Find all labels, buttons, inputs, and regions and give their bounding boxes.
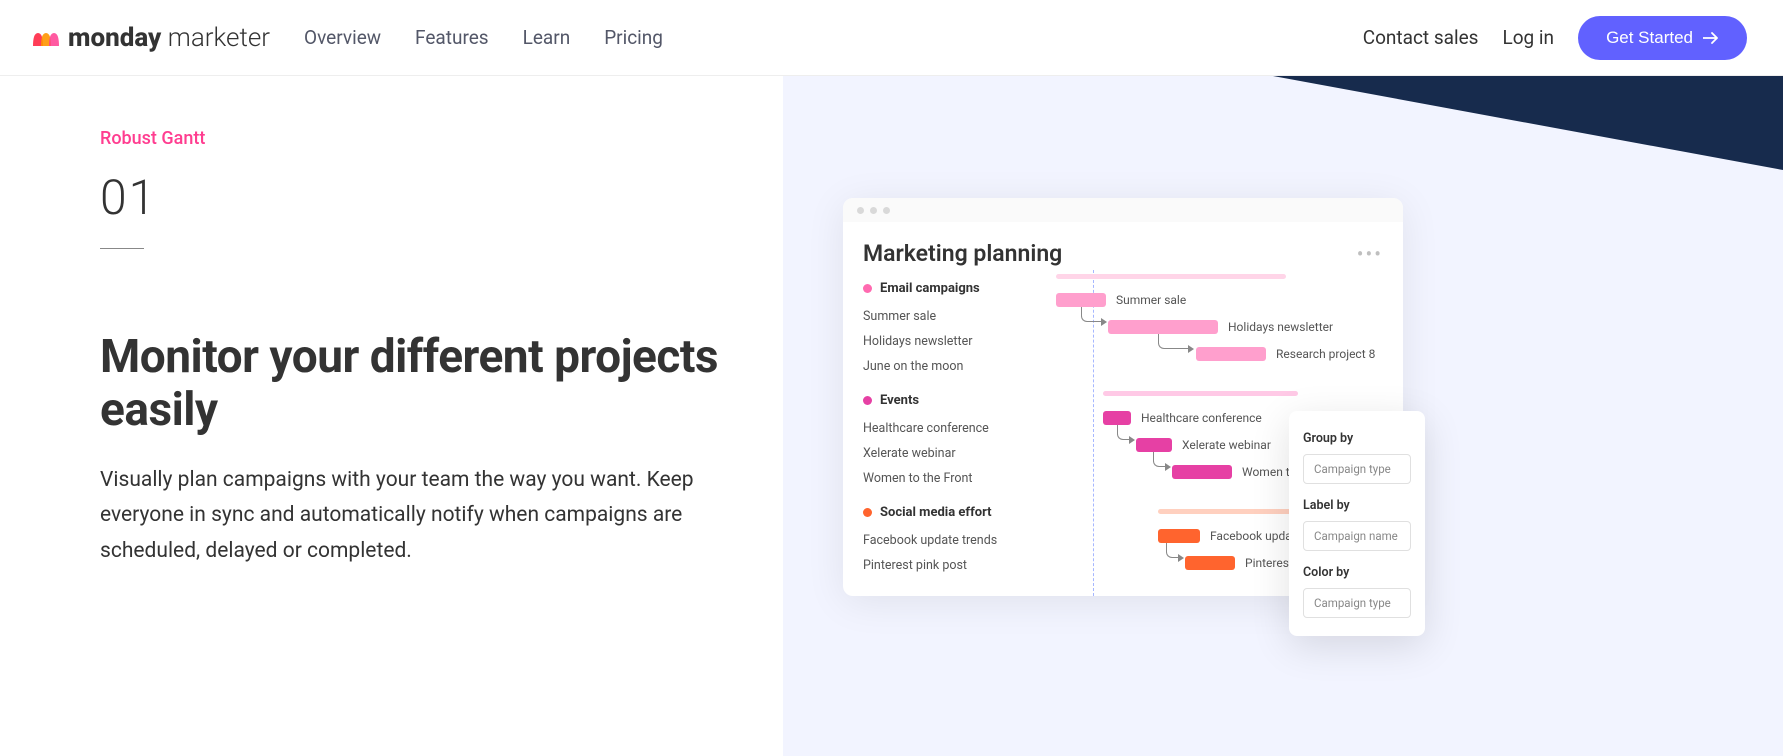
arrow-head-icon xyxy=(1129,436,1135,444)
nav-features[interactable]: Features xyxy=(415,26,489,49)
login-link[interactable]: Log in xyxy=(1502,26,1554,49)
arrow-right-icon xyxy=(1703,31,1719,45)
gantt-bar[interactable]: Pinterest pin xyxy=(1185,556,1235,570)
logo-text: monday marketer xyxy=(68,23,270,53)
window-titlebar xyxy=(843,198,1403,222)
group-range-bar xyxy=(1158,509,1298,514)
bg-triangle xyxy=(1273,76,1783,170)
number-divider xyxy=(100,248,144,249)
arrow-head-icon xyxy=(1178,554,1184,562)
setting-label: Label by xyxy=(1303,498,1411,513)
group-range-bar xyxy=(1056,274,1286,279)
gantt-bar[interactable]: Women to the xyxy=(1172,465,1232,479)
label-by-select[interactable]: Campaign name xyxy=(1303,521,1411,551)
group-by-select[interactable]: Campaign type xyxy=(1303,454,1411,484)
contact-sales-link[interactable]: Contact sales xyxy=(1363,26,1479,49)
eyebrow: Robust Gantt xyxy=(100,128,780,149)
cta-label: Get Started xyxy=(1606,28,1693,48)
dependency-arrow-icon xyxy=(1166,543,1178,558)
bullet-icon xyxy=(863,508,872,517)
logo[interactable]: monday marketer xyxy=(30,23,270,53)
section-name: Events xyxy=(880,393,919,408)
hero-illustration: Marketing planning ••• Email campaigns S… xyxy=(783,76,1783,756)
gantt-bar[interactable]: Facebook update t xyxy=(1158,529,1200,543)
primary-nav: Overview Features Learn Pricing xyxy=(304,26,663,49)
gantt-title: Marketing planning xyxy=(863,240,1062,267)
hero-copy: Robust Gantt 01 Monitor your different p… xyxy=(0,76,780,570)
setting-label: Group by xyxy=(1303,431,1411,446)
more-icon[interactable]: ••• xyxy=(1357,242,1383,266)
section-number: 01 xyxy=(100,169,780,226)
hero-paragraph: Visually plan campaigns with your team t… xyxy=(100,463,720,570)
gantt-settings-card: Group by Campaign type Label by Campaign… xyxy=(1289,411,1425,636)
bar-label: Healthcare conference xyxy=(1141,411,1262,425)
dependency-arrow-icon xyxy=(1158,334,1188,349)
bar-label: Research project 8 xyxy=(1276,347,1375,361)
gantt-bar[interactable]: Healthcare conference xyxy=(1103,411,1131,425)
arrow-head-icon xyxy=(1165,463,1171,471)
bullet-icon xyxy=(863,396,872,405)
section-name: Social media effort xyxy=(880,505,992,520)
nav-overview[interactable]: Overview xyxy=(304,26,381,49)
window-dot-icon xyxy=(883,207,890,214)
group-range-bar xyxy=(1103,391,1298,396)
dependency-arrow-icon xyxy=(1081,307,1101,322)
section-name: Email campaigns xyxy=(880,281,980,296)
bar-label: Summer sale xyxy=(1116,293,1186,307)
gantt-bar[interactable]: Summer sale xyxy=(1056,293,1106,307)
hero-title: Monitor your different projects easily xyxy=(100,331,780,437)
dependency-arrow-icon xyxy=(1117,425,1129,440)
secondary-nav: Contact sales Log in Get Started xyxy=(1363,16,1747,60)
arrow-head-icon xyxy=(1188,345,1194,353)
gantt-bar[interactable]: Research project 8 xyxy=(1196,347,1266,361)
nav-pricing[interactable]: Pricing xyxy=(604,26,663,49)
bar-label: Holidays newsletter xyxy=(1228,320,1333,334)
arrow-head-icon xyxy=(1101,318,1107,326)
gantt-bar[interactable]: Holidays newsletter xyxy=(1108,320,1218,334)
setting-label: Color by xyxy=(1303,565,1411,580)
gantt-bar[interactable]: Xelerate webinar xyxy=(1136,438,1172,452)
hero-section: Robust Gantt 01 Monitor your different p… xyxy=(0,76,1783,570)
bullet-icon xyxy=(863,284,872,293)
logo-mark-icon xyxy=(30,26,60,50)
nav-learn[interactable]: Learn xyxy=(523,26,571,49)
top-nav: monday marketer Overview Features Learn … xyxy=(0,0,1783,76)
window-dot-icon xyxy=(857,207,864,214)
dependency-arrow-icon xyxy=(1153,452,1165,467)
get-started-button[interactable]: Get Started xyxy=(1578,16,1747,60)
color-by-select[interactable]: Campaign type xyxy=(1303,588,1411,618)
bar-label: Xelerate webinar xyxy=(1182,438,1271,452)
window-dot-icon xyxy=(870,207,877,214)
